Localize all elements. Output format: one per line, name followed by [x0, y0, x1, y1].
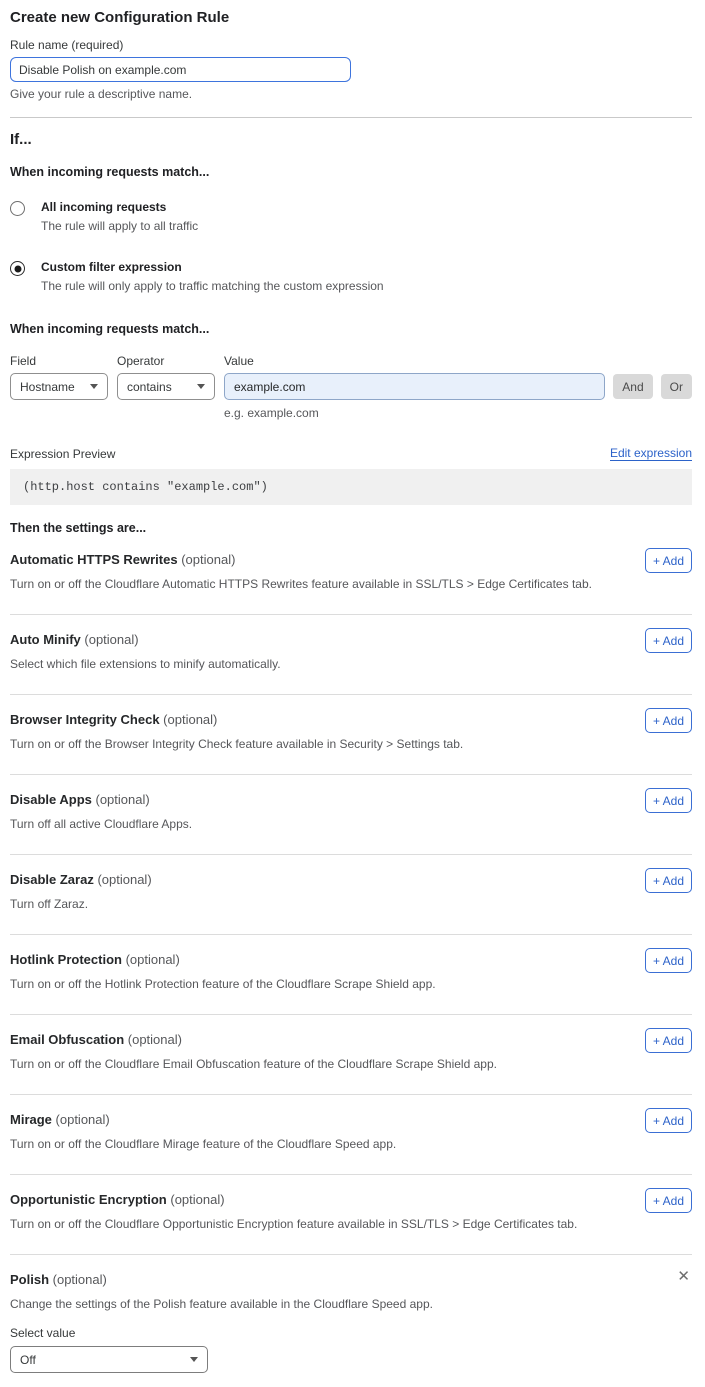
setting-description: Turn on or off the Hotlink Protection fe…: [10, 977, 692, 991]
and-button[interactable]: And: [613, 374, 652, 399]
radio-selected-icon[interactable]: [10, 261, 25, 276]
setting-name: Polish: [10, 1272, 49, 1287]
setting-name: Browser Integrity Check: [10, 712, 160, 727]
setting-optional-label: (optional): [126, 952, 180, 967]
expression-builder-heading: When incoming requests match...: [10, 322, 692, 336]
edit-expression-link[interactable]: Edit expression: [610, 446, 692, 461]
setting-optional-label: (optional): [163, 712, 217, 727]
add-setting-button[interactable]: + Add: [645, 708, 692, 733]
setting-name: Mirage: [10, 1112, 52, 1127]
setting-description: Turn on or off the Cloudflare Mirage fea…: [10, 1137, 692, 1151]
create-configuration-rule-page: Create new Configuration Rule Rule name …: [0, 0, 705, 1387]
setting-description: Turn on or off the Cloudflare Automatic …: [10, 577, 692, 591]
page-title: Create new Configuration Rule: [10, 9, 692, 26]
radio-description: The rule will apply to all traffic: [41, 219, 198, 233]
rule-name-input[interactable]: [10, 57, 351, 82]
if-heading: If...: [10, 131, 692, 148]
setting-description: Change the settings of the Polish featur…: [10, 1297, 692, 1311]
radio-label: All incoming requests: [41, 200, 198, 214]
rule-name-helper: Give your rule a descriptive name.: [10, 87, 692, 101]
setting-row: Disable Apps (optional) Turn off all act…: [10, 775, 692, 855]
setting-name: Disable Zaraz: [10, 872, 94, 887]
radio-unselected-icon[interactable]: [10, 201, 25, 216]
value-input[interactable]: [224, 373, 605, 400]
setting-description: Turn on or off the Browser Integrity Che…: [10, 737, 692, 751]
field-select[interactable]: Hostname: [10, 373, 108, 400]
add-setting-button[interactable]: + Add: [645, 548, 692, 573]
setting-description: Turn off all active Cloudflare Apps.: [10, 817, 692, 831]
chevron-down-icon: [197, 384, 205, 389]
setting-optional-label: (optional): [128, 1032, 182, 1047]
add-setting-button[interactable]: + Add: [645, 1188, 692, 1213]
add-setting-button[interactable]: + Add: [645, 628, 692, 653]
setting-name: Disable Apps: [10, 792, 92, 807]
setting-row: Mirage (optional) Turn on or off the Clo…: [10, 1095, 692, 1175]
setting-optional-label: (optional): [170, 1192, 224, 1207]
add-setting-button[interactable]: + Add: [645, 1028, 692, 1053]
incoming-requests-match-heading: When incoming requests match...: [10, 165, 692, 179]
polish-value-select[interactable]: Off: [10, 1346, 208, 1373]
select-value-label: Select value: [10, 1326, 692, 1340]
setting-name: Email Obfuscation: [10, 1032, 124, 1047]
rule-name-label: Rule name (required): [10, 38, 692, 52]
chevron-down-icon: [190, 1357, 198, 1362]
add-setting-button[interactable]: + Add: [645, 1108, 692, 1133]
or-button[interactable]: Or: [661, 374, 692, 399]
setting-optional-label: (optional): [181, 552, 235, 567]
setting-row: Opportunistic Encryption (optional) Turn…: [10, 1175, 692, 1255]
radio-all-incoming-requests[interactable]: All incoming requests The rule will appl…: [10, 200, 692, 233]
field-label: Field: [10, 354, 108, 368]
radio-description: The rule will only apply to traffic matc…: [41, 279, 384, 293]
expression-preview-code: (http.host contains "example.com"): [10, 469, 692, 505]
setting-row-polish: Polish (optional) ✕ Change the settings …: [10, 1255, 692, 1387]
expression-preview-label: Expression Preview: [10, 447, 115, 461]
value-helper: e.g. example.com: [224, 406, 692, 420]
setting-description: Turn off Zaraz.: [10, 897, 692, 911]
setting-optional-label: (optional): [53, 1272, 107, 1287]
setting-optional-label: (optional): [96, 792, 150, 807]
setting-description: Select which file extensions to minify a…: [10, 657, 692, 671]
close-icon: ✕: [677, 1267, 690, 1285]
setting-name: Hotlink Protection: [10, 952, 122, 967]
operator-select[interactable]: contains: [117, 373, 215, 400]
setting-row: Browser Integrity Check (optional) Turn …: [10, 695, 692, 775]
radio-label: Custom filter expression: [41, 260, 384, 274]
add-setting-button[interactable]: + Add: [645, 948, 692, 973]
setting-optional-label: (optional): [97, 872, 151, 887]
settings-list: Automatic HTTPS Rewrites (optional) Turn…: [10, 535, 692, 1255]
setting-row: Auto Minify (optional) Select which file…: [10, 615, 692, 695]
operator-label: Operator: [117, 354, 215, 368]
setting-row: Email Obfuscation (optional) Turn on or …: [10, 1015, 692, 1095]
setting-name: Auto Minify: [10, 632, 81, 647]
polish-select-value: Off: [20, 1353, 36, 1367]
section-divider: [10, 117, 692, 118]
add-setting-button[interactable]: + Add: [645, 868, 692, 893]
setting-name: Automatic HTTPS Rewrites: [10, 552, 178, 567]
setting-optional-label: (optional): [84, 632, 138, 647]
chevron-down-icon: [90, 384, 98, 389]
setting-description: Turn on or off the Cloudflare Opportunis…: [10, 1217, 692, 1231]
then-settings-heading: Then the settings are...: [10, 521, 692, 535]
setting-row: Hotlink Protection (optional) Turn on or…: [10, 935, 692, 1015]
setting-row: Disable Zaraz (optional) Turn off Zaraz.…: [10, 855, 692, 935]
setting-optional-label: (optional): [56, 1112, 110, 1127]
value-label: Value: [224, 354, 692, 368]
add-setting-button[interactable]: + Add: [645, 788, 692, 813]
radio-custom-filter-expression[interactable]: Custom filter expression The rule will o…: [10, 260, 692, 293]
expression-builder-row: Field Hostname Operator contains Value A…: [10, 354, 692, 420]
operator-select-value: contains: [127, 380, 172, 394]
setting-row: Automatic HTTPS Rewrites (optional) Turn…: [10, 535, 692, 615]
setting-name: Opportunistic Encryption: [10, 1192, 167, 1207]
field-select-value: Hostname: [20, 380, 75, 394]
setting-description: Turn on or off the Cloudflare Email Obfu…: [10, 1057, 692, 1071]
remove-polish-button[interactable]: ✕: [677, 1269, 690, 1284]
